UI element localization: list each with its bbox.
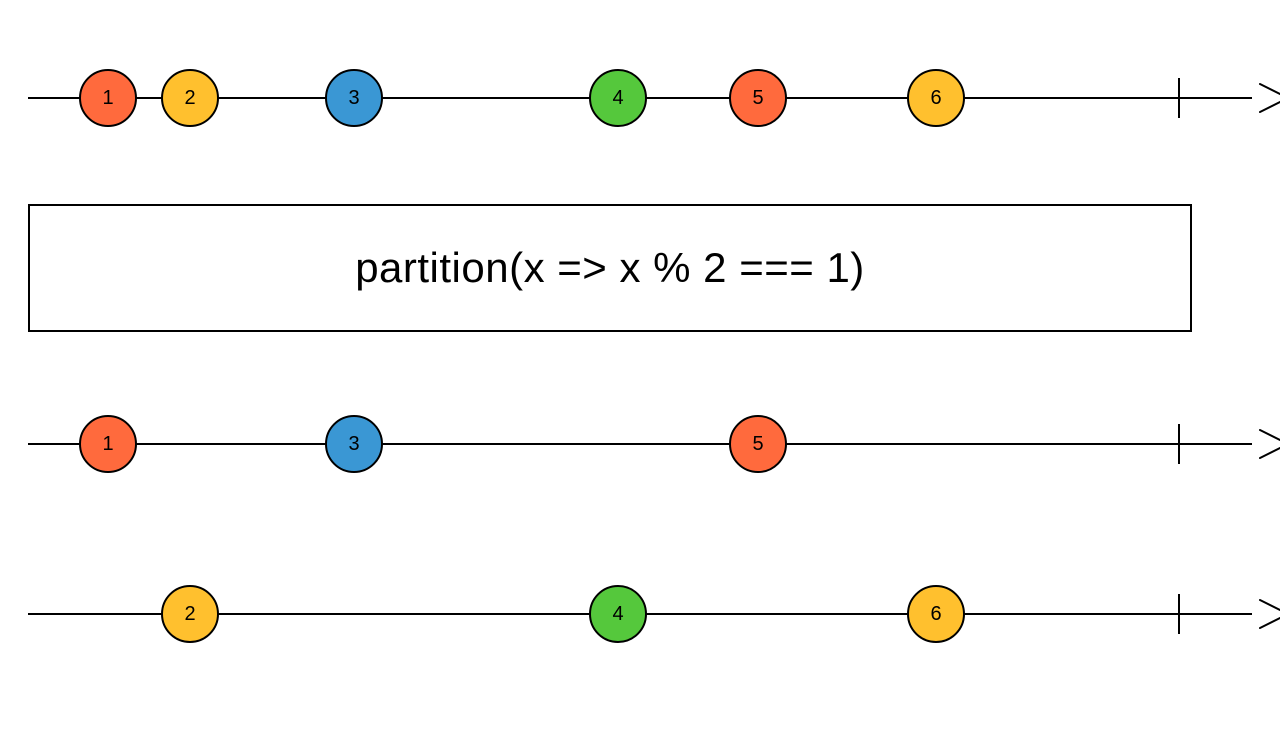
marble: 1 [79, 69, 137, 127]
operator-label: partition(x => x % 2 === 1) [355, 244, 865, 292]
marble: 6 [907, 69, 965, 127]
marble: 4 [589, 585, 647, 643]
operator-box: partition(x => x % 2 === 1) [28, 204, 1192, 332]
marble: 5 [729, 415, 787, 473]
timeline-output-even: 2 4 6 [28, 584, 1252, 644]
marble: 2 [161, 69, 219, 127]
completion-tick [1178, 594, 1180, 634]
marble: 1 [79, 415, 137, 473]
marble: 4 [589, 69, 647, 127]
marble: 6 [907, 585, 965, 643]
marble: 3 [325, 415, 383, 473]
marble: 2 [161, 585, 219, 643]
marble: 5 [729, 69, 787, 127]
completion-tick [1178, 424, 1180, 464]
timeline-input: 12 3 4 5 6 [28, 68, 1252, 128]
timeline-axis [28, 443, 1252, 445]
marble: 3 [325, 69, 383, 127]
marble-diagram: 123456 partition(x => x % 2 === 1) 135 2… [0, 0, 1280, 740]
completion-tick [1178, 78, 1180, 118]
timeline-output-odd: 1 3 5 [28, 414, 1252, 474]
